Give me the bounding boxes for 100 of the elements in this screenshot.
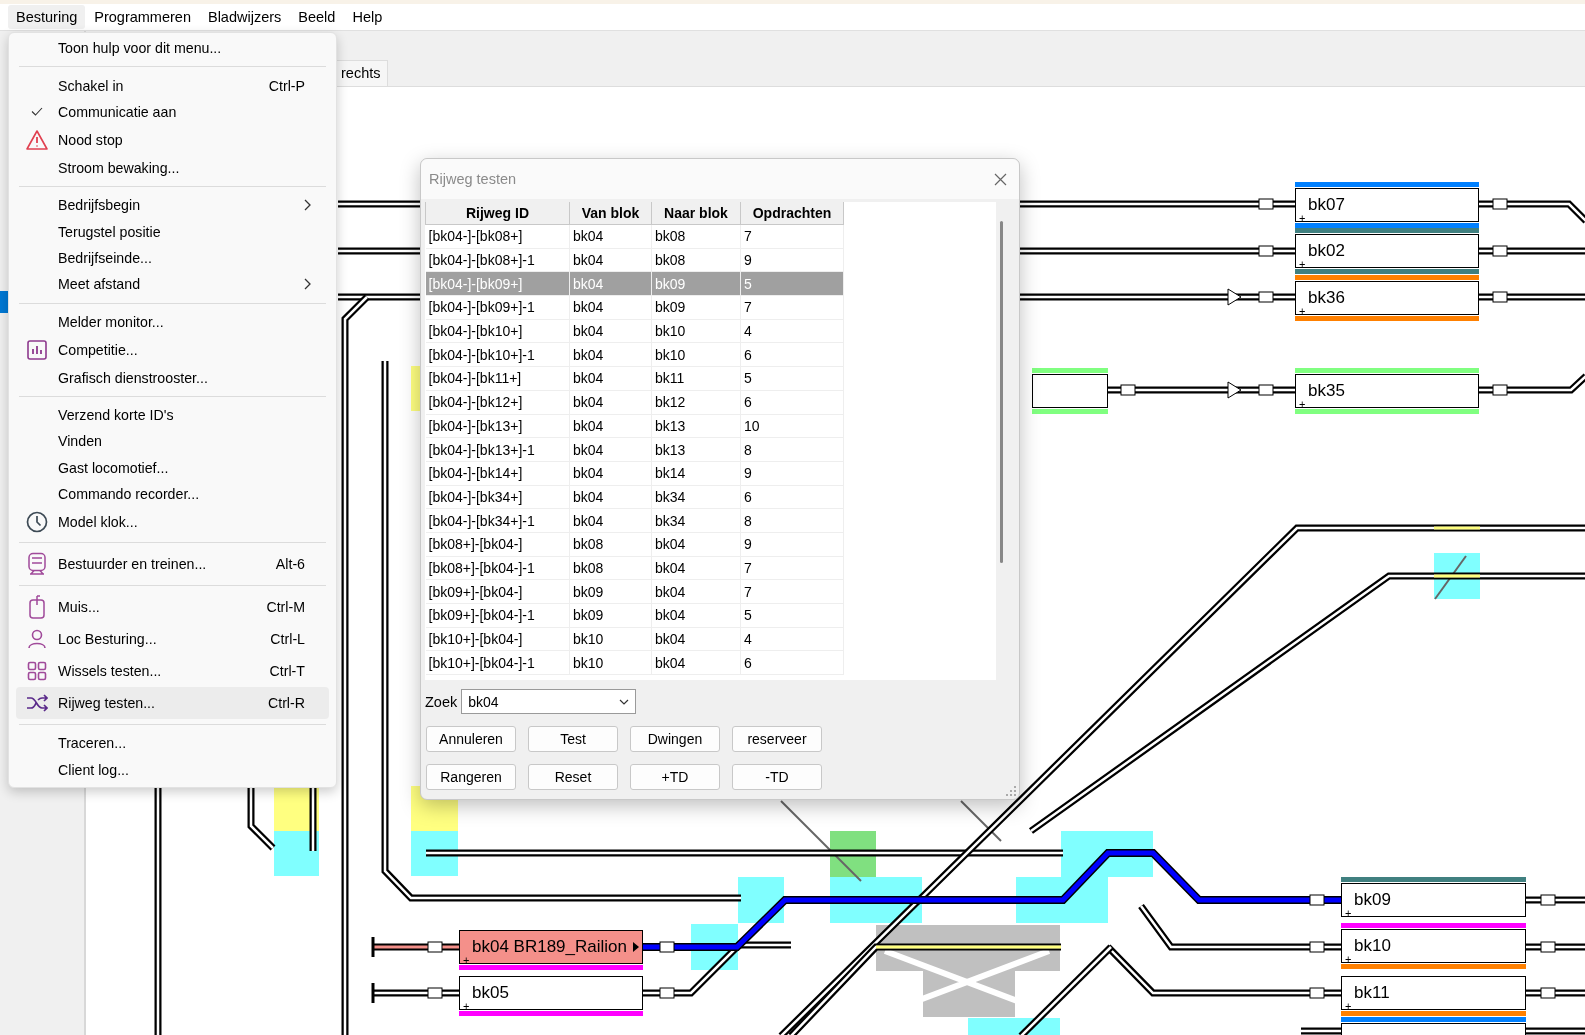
table-cell: [bk04-]-[bk34+]-1	[425, 508, 570, 533]
table-row[interactable]: [bk04-]-[bk08+]-1 bk04 bk08 9	[425, 248, 844, 272]
menu-item[interactable]: Verzend korte ID's	[16, 401, 329, 429]
menu-item[interactable]: Meet afstand	[16, 271, 329, 298]
dialog-button[interactable]: -TD	[732, 764, 822, 790]
menu-item[interactable]: Gast locomotief...	[16, 454, 329, 482]
sensor-marker[interactable]	[1258, 198, 1274, 210]
menu-item[interactable]: Wissels testen... Ctrl-T	[16, 654, 329, 687]
close-icon[interactable]	[994, 172, 1007, 186]
table-cell: bk04	[569, 319, 652, 343]
sensor-marker[interactable]	[427, 941, 443, 953]
column-header[interactable]: Opdrachten	[740, 202, 844, 225]
sensor-marker[interactable]	[1309, 987, 1325, 999]
sensor-marker[interactable]	[1258, 245, 1274, 257]
menu-item[interactable]: Communicatie aan	[16, 98, 329, 126]
menu-item[interactable]: Muis... Ctrl-M	[16, 590, 329, 623]
table-row[interactable]: [bk04-]-[bk08+] bk04 bk08 7	[425, 224, 844, 249]
menubar-item[interactable]: Help	[344, 5, 391, 29]
sensor-marker[interactable]	[1492, 291, 1508, 303]
menu-item[interactable]: Nood stop	[16, 125, 329, 155]
signal-triangle-icon[interactable]	[1227, 381, 1242, 399]
dialog-button[interactable]: Annuleren	[426, 726, 516, 752]
table-row[interactable]: [bk04-]-[bk34+] bk04 bk34 6	[425, 485, 844, 509]
track-block[interactable]: + bk35	[1295, 374, 1479, 408]
menu-item[interactable]: Loc Besturing... Ctrl-L	[16, 622, 329, 655]
table-row[interactable]: [bk09+]-[bk04-] bk09 bk04 7	[425, 579, 844, 604]
menu-item[interactable]: Vinden	[16, 428, 329, 455]
track-block[interactable]	[1032, 374, 1108, 408]
sensor-marker[interactable]	[659, 941, 675, 953]
table-cell: bk04	[651, 650, 741, 675]
menubar-item[interactable]: Programmeren	[86, 5, 199, 29]
menu-item[interactable]: Melder monitor...	[16, 308, 329, 335]
menu-item[interactable]: Toon hulp voor dit menu...	[16, 35, 329, 62]
column-header[interactable]: Naar blok	[651, 202, 741, 225]
table-cell: bk04	[569, 414, 652, 438]
table-row[interactable]: [bk09+]-[bk04-]-1 bk09 bk04 5	[425, 603, 844, 628]
menu-item[interactable]: Traceren...	[16, 729, 329, 757]
sensor-marker[interactable]	[1540, 894, 1556, 906]
track-block[interactable]: + bk36	[1295, 281, 1479, 315]
sensor-marker[interactable]	[1492, 245, 1508, 257]
table-row[interactable]: [bk10+]-[bk04-] bk10 bk04 4	[425, 627, 844, 651]
table-row[interactable]: [bk10+]-[bk04-]-1 bk10 bk04 6	[425, 650, 844, 675]
track-block[interactable]: + bk11	[1341, 976, 1526, 1010]
track-block[interactable]: + bk07	[1295, 188, 1479, 222]
track-block[interactable]: + bk05	[459, 976, 643, 1010]
menu-item[interactable]: Bedrijfsbegin	[16, 192, 329, 219]
sensor-marker[interactable]	[427, 987, 443, 999]
resize-grip-icon[interactable]	[1006, 786, 1016, 796]
track-block[interactable]: + bk04 BR189_Railion	[459, 930, 643, 964]
block-mark: +	[1345, 1000, 1352, 1012]
dialog-button[interactable]: Dwingen	[630, 726, 720, 752]
menu-item[interactable]: Schakel in Ctrl-P	[16, 72, 329, 99]
sensor-marker[interactable]	[1258, 291, 1274, 303]
menu-item[interactable]: Grafisch dienstrooster...	[16, 364, 329, 391]
scrollbar-thumb[interactable]	[1000, 221, 1003, 563]
dialog-button[interactable]: Test	[528, 726, 618, 752]
sensor-marker[interactable]	[1258, 384, 1274, 396]
track-block[interactable]: + bk02	[1295, 234, 1479, 268]
table-row[interactable]: [bk04-]-[bk34+]-1 bk04 bk34 8	[425, 508, 844, 533]
column-header[interactable]: Rijweg ID	[425, 202, 570, 225]
table-row[interactable]: [bk04-]-[bk10+] bk04 bk10 4	[425, 319, 844, 343]
dialog-button[interactable]: Rangeren	[426, 764, 516, 790]
menu-item[interactable]: Terugstel positie	[16, 218, 329, 245]
sensor-marker[interactable]	[1540, 987, 1556, 999]
table-row[interactable]: [bk04-]-[bk14+] bk04 bk14 9	[425, 461, 844, 486]
menu-item[interactable]: Competitie...	[16, 335, 329, 365]
track-block[interactable]: + bk10	[1341, 929, 1526, 963]
sensor-marker[interactable]	[659, 987, 675, 999]
table-row[interactable]: [bk04-]-[bk12+] bk04 bk12 6	[425, 390, 844, 414]
dialog-button[interactable]: reserveer	[732, 726, 822, 752]
layout-tab[interactable]: rechts	[334, 60, 388, 86]
table-row[interactable]: [bk04-]-[bk13+] bk04 bk13 10	[425, 414, 844, 438]
table-row[interactable]: [bk04-]-[bk13+]-1 bk04 bk13 8	[425, 437, 844, 462]
menu-item[interactable]: Commando recorder...	[16, 481, 329, 508]
sensor-marker[interactable]	[1492, 384, 1508, 396]
table-row[interactable]: [bk04-]-[bk10+]-1 bk04 bk10 6	[425, 342, 844, 367]
sensor-marker[interactable]	[1540, 941, 1556, 953]
menubar-item[interactable]: Bladwijzers	[199, 5, 290, 29]
menubar-item[interactable]: Besturing	[8, 5, 86, 29]
sensor-marker[interactable]	[1492, 198, 1508, 210]
search-combobox[interactable]: bk04	[461, 689, 637, 714]
table-row[interactable]: [bk08+]-[bk04-] bk08 bk04 9	[425, 532, 844, 557]
menu-item[interactable]: Client log...	[16, 756, 329, 783]
sensor-marker[interactable]	[1120, 384, 1136, 396]
menu-item[interactable]: Stroom bewaking...	[16, 154, 329, 182]
sensor-marker[interactable]	[1309, 894, 1325, 906]
column-header[interactable]: Van blok	[569, 202, 652, 225]
dialog-button[interactable]: +TD	[630, 764, 720, 790]
sensor-marker[interactable]	[1309, 941, 1325, 953]
menu-item[interactable]: Model klok...	[16, 507, 329, 537]
menu-item[interactable]: Rijweg testen... Ctrl-R	[16, 686, 329, 719]
dialog-button[interactable]: Reset	[528, 764, 618, 790]
menu-item[interactable]: Bestuurder en treinen... Alt-6	[16, 547, 329, 580]
table-row[interactable]: [bk08+]-[bk04-]-1 bk08 bk04 7	[425, 556, 844, 580]
menu-item[interactable]: Bedrijfseinde...	[16, 244, 329, 272]
table-row[interactable]: [bk04-]-[bk09+]-1 bk04 bk09 7	[425, 295, 844, 320]
signal-triangle-icon[interactable]	[1227, 288, 1242, 306]
menubar-item[interactable]: Beeld	[290, 5, 344, 29]
track-block[interactable]: + bk09	[1341, 883, 1526, 917]
table-row[interactable]: [bk04-]-[bk11+] bk04 bk11 5	[425, 366, 844, 391]
